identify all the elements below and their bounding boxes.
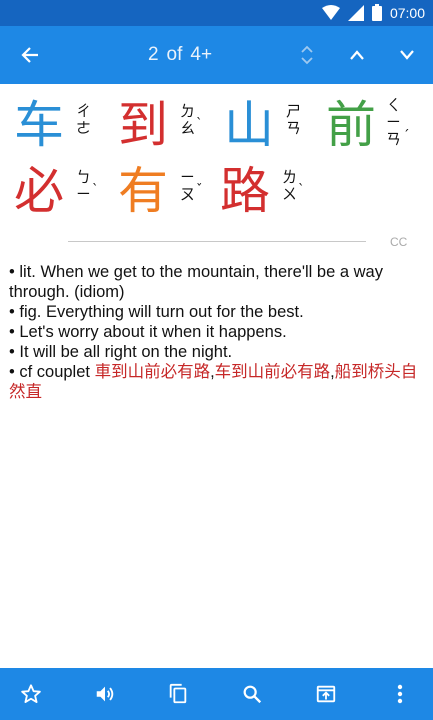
- character-row: 车 ㄔ ㄜ 到 ㄉ ㄠ ˋ 山 ㄕ ㄢ 前 ㄑ ㄧ ㄢ ˊ: [14, 95, 424, 161]
- battery-icon: [371, 4, 382, 21]
- copy-icon: [169, 683, 187, 704]
- couplet-link[interactable]: 車到山前必有路: [95, 363, 211, 381]
- previous-button[interactable]: [333, 26, 381, 84]
- search-icon: [243, 685, 262, 704]
- zhuyin: ㄕ ㄢ: [286, 102, 302, 137]
- tone-mark: ˇ: [196, 183, 203, 198]
- zhuyin: ㄑ ㄧ ㄢ: [386, 96, 402, 148]
- zhuyin: ㄅ ㄧ: [76, 168, 92, 203]
- arrow-left-icon: [21, 47, 38, 63]
- search-button[interactable]: [228, 668, 276, 720]
- zhuyin: ㄌ ㄨ: [282, 168, 298, 203]
- sort-button[interactable]: [283, 26, 331, 84]
- open-in-button[interactable]: [302, 668, 350, 720]
- divider: [68, 241, 366, 242]
- counter-of: of: [166, 44, 183, 65]
- chevron-up-icon: [350, 50, 364, 60]
- zhuyin: ㄧ ㄡ: [180, 168, 196, 203]
- next-button[interactable]: [383, 26, 431, 84]
- zhuyin: ㄔ ㄜ: [76, 102, 92, 137]
- hanzi: 山: [224, 96, 274, 154]
- hanzi: 车: [14, 96, 64, 154]
- hanzi: 路: [220, 162, 270, 220]
- open-in-icon: [316, 685, 336, 703]
- character-display: 车 ㄔ ㄜ 到 ㄉ ㄠ ˋ 山 ㄕ ㄢ 前 ㄑ ㄧ ㄢ ˊ 必 ㄅ ㄧ ˋ 有 …: [14, 95, 424, 227]
- character-row: 必 ㄅ ㄧ ˋ 有 ㄧ ㄡ ˇ 路 ㄌ ㄨ ˋ: [14, 161, 424, 227]
- hanzi: 有: [118, 162, 168, 220]
- definitions: • lit. When we get to the mountain, ther…: [9, 262, 424, 402]
- result-counter: 2 of 4+: [120, 26, 240, 84]
- star-icon: [21, 684, 41, 703]
- wifi-icon: [321, 4, 340, 20]
- status-time: 07:00: [389, 4, 425, 21]
- copy-button[interactable]: [154, 668, 202, 720]
- volume-icon: [96, 686, 114, 702]
- definition-item: • fig. Everything will turn out for the …: [9, 303, 304, 321]
- unfold-icon: [301, 45, 313, 65]
- favorite-button[interactable]: [7, 668, 55, 720]
- more-button[interactable]: [376, 668, 424, 720]
- definition-item: • cf couplet 車到山前必有路,车到山前必有路,船到桥头自然直: [9, 362, 424, 402]
- status-bar: 07:00: [0, 0, 433, 26]
- counter-total: 4+: [190, 44, 213, 65]
- hanzi: 到: [118, 96, 168, 154]
- cc-label: CC: [390, 235, 408, 249]
- signal-icon: [347, 4, 364, 21]
- tone-mark: ˋ: [92, 183, 99, 198]
- back-button[interactable]: [6, 26, 54, 84]
- app-bar: 2 of 4+: [0, 26, 433, 84]
- tone-mark: ˋ: [298, 183, 305, 198]
- definition-item: • lit. When we get to the mountain, ther…: [9, 263, 383, 301]
- more-vert-icon: [397, 684, 403, 704]
- couplet-link[interactable]: 车到山前必有路: [215, 363, 331, 381]
- status-icons: 07:00: [321, 4, 425, 21]
- tone-mark: ˊ: [403, 129, 410, 144]
- hanzi: 必: [14, 162, 64, 220]
- zhuyin: ㄉ ㄠ: [180, 102, 196, 137]
- definition-item: • Let's worry about it when it happens.: [9, 323, 287, 341]
- hanzi: 前: [326, 96, 376, 154]
- counter-current: 2: [147, 44, 159, 65]
- bottom-toolbar: [0, 668, 433, 720]
- speak-button[interactable]: [81, 668, 129, 720]
- chevron-down-icon: [400, 50, 414, 60]
- couplet-prefix: • cf couplet: [9, 363, 95, 381]
- tone-mark: ˋ: [196, 117, 203, 132]
- definition-item: • It will be all right on the night.: [9, 343, 233, 361]
